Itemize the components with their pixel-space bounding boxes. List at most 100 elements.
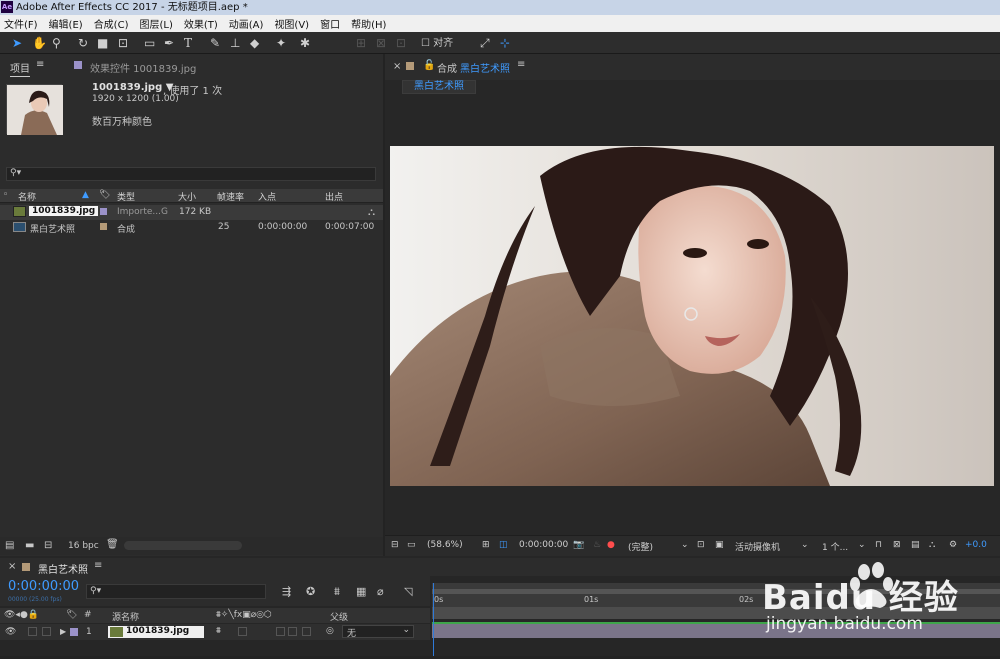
project-search-input[interactable]: ⚲▾ (6, 167, 376, 181)
close-tab-icon[interactable]: × (8, 561, 16, 572)
layer-row[interactable]: 👁 ▶ 1 1001839.jpg ⩩ ◎ 无 ⌄ (0, 624, 430, 640)
column-parent[interactable]: 父级 (330, 610, 348, 623)
selection-tool-icon[interactable]: ➤ (12, 36, 22, 50)
graph-editor-icon[interactable]: ◹ (404, 585, 412, 598)
menu-effect[interactable]: 效果(T) (184, 16, 218, 31)
always-preview-icon[interactable]: ⊟ (391, 540, 399, 550)
puppet-tool-icon[interactable]: ✱ (300, 36, 310, 50)
project-row-footage[interactable]: 1001839.jpg Importe...G 172 KB ⛬ (0, 205, 383, 220)
pan-behind-tool-icon[interactable]: ⊡ (118, 36, 128, 50)
lock-icon[interactable]: 🔓 (423, 60, 435, 71)
hand-tool-icon[interactable]: ✋ (32, 36, 47, 50)
sort-asc-icon[interactable]: ▲ (82, 190, 89, 200)
chevron-down-icon[interactable]: ⌄ (858, 540, 866, 550)
camera-view-select[interactable]: 活动摄像机 (735, 540, 780, 553)
pick-whip-icon[interactable]: ◎ (326, 626, 334, 636)
menu-help[interactable]: 帮助(H) (351, 16, 386, 31)
delete-icon[interactable]: 🗑 (106, 539, 119, 550)
selected-item-name[interactable]: 1001839.jpg ▼ (92, 82, 173, 93)
blend-switch[interactable] (276, 627, 285, 636)
eraser-tool-icon[interactable]: ◆ (250, 36, 259, 50)
layer-label-swatch[interactable] (70, 628, 78, 636)
zoom-tool-icon[interactable]: ⚲ (52, 36, 61, 50)
column-type[interactable]: 类型 (117, 190, 135, 203)
menu-layer[interactable]: 图层(L) (139, 16, 172, 31)
column-in-point[interactable]: 入点 (258, 190, 276, 203)
composition-canvas[interactable] (390, 146, 994, 486)
monitor-icon[interactable]: ▭ (407, 540, 416, 550)
item-name[interactable]: 黑白艺术照 (30, 222, 75, 235)
visibility-eye-icon[interactable]: 👁 (5, 627, 16, 637)
column-name[interactable]: 名称 (18, 190, 36, 203)
layer-name-field[interactable]: 1001839.jpg (108, 626, 204, 638)
interpret-footage-icon[interactable]: ▤ (5, 540, 14, 551)
grid-icon[interactable]: ⊞ (482, 540, 490, 550)
brush-tool-icon[interactable]: ✎ (210, 36, 220, 50)
parent-select[interactable]: 无 ⌄ (342, 625, 414, 639)
project-row-composition[interactable]: 黑白艺术照 合成 25 0:00:00:00 0:00:07:00 (0, 220, 383, 235)
snapping-checkbox[interactable]: ☐ 对齐 (421, 37, 453, 51)
panel-menu-icon[interactable]: ≡ (517, 59, 525, 70)
flowchart-icon[interactable]: ⛬ (368, 207, 375, 218)
roto-brush-tool-icon[interactable]: ✦ (276, 36, 286, 50)
shy-layers-icon[interactable]: ⩩ (334, 585, 340, 599)
audio-toggle[interactable] (28, 627, 37, 636)
snap-feature-icon[interactable]: ⊹ (500, 36, 510, 50)
fast-preview-icon[interactable]: ⊠ (893, 540, 901, 550)
show-snapshot-icon[interactable]: ♨ (593, 540, 601, 550)
menu-window[interactable]: 窗口 (320, 16, 340, 31)
expand-triangle-icon[interactable]: ▶ (60, 627, 66, 636)
camera-tool-icon[interactable]: ■ (97, 36, 108, 50)
adjustment-switch[interactable] (302, 627, 311, 636)
menu-composition[interactable]: 合成(C) (94, 16, 129, 31)
menu-animation[interactable]: 动画(A) (229, 16, 264, 31)
new-folder-icon[interactable]: ▬ (25, 540, 34, 551)
menu-view[interactable]: 视图(V) (274, 16, 309, 31)
tab-timeline-composition[interactable]: 黑白艺术照 (38, 561, 88, 576)
channel-icon[interactable]: ● (607, 540, 615, 550)
column-out-point[interactable]: 出点 (325, 190, 343, 203)
resolution-select[interactable]: (完整) (628, 540, 653, 553)
chevron-down-icon[interactable]: ⌄ (801, 540, 809, 550)
type-tool-icon[interactable]: T (184, 36, 192, 50)
pen-tool-icon[interactable]: ✒ (164, 36, 174, 50)
current-time-display[interactable]: 0:00:00:00 (519, 540, 568, 550)
label-swatch[interactable] (100, 208, 107, 215)
tab-composition[interactable]: 黑白艺术照 (460, 60, 510, 75)
exposure-reset-icon[interactable]: ⚙ (949, 540, 957, 550)
composition-mini-flowchart-icon[interactable]: ⇶ (282, 585, 291, 598)
menu-edit[interactable]: 编辑(E) (49, 16, 83, 31)
region-of-interest-icon[interactable]: ⊡ (697, 540, 705, 550)
panel-menu-icon[interactable]: ≡ (94, 560, 102, 571)
new-composition-icon[interactable]: ⊟ (44, 540, 52, 551)
shy-switch-icon[interactable]: ⩩ (216, 626, 221, 636)
timeline-icon[interactable]: ▤ (911, 540, 920, 550)
menu-file[interactable]: 文件(F) (4, 16, 38, 31)
flowchart-icon[interactable]: ⛬ (929, 540, 935, 550)
motion-blur-icon[interactable]: ⌀ (377, 585, 384, 598)
clone-stamp-tool-icon[interactable]: ⊥ (230, 36, 240, 50)
snap-option-icon[interactable]: ⤢ (480, 36, 490, 50)
layer-search-input[interactable]: ⚲▾ (86, 584, 266, 599)
frame-blending-icon[interactable]: ▦ (356, 585, 366, 598)
tab-effect-controls[interactable]: 效果控件 1001839.jpg (90, 60, 196, 75)
label-swatch[interactable] (100, 223, 107, 230)
mask-visibility-icon[interactable]: ◫ (499, 540, 508, 550)
toggle-pixel-aspect-icon[interactable]: ⊓ (875, 540, 882, 550)
exposure-value[interactable]: +0.0 (965, 540, 987, 550)
panel-menu-icon[interactable]: ≡ (36, 59, 44, 70)
bit-depth-button[interactable]: 16 bpc (68, 541, 99, 551)
tab-project[interactable]: 项目 (10, 60, 30, 77)
lock-toggle[interactable] (42, 627, 51, 636)
current-time-indicator[interactable] (433, 583, 434, 656)
rotate-tool-icon[interactable]: ↻ (78, 36, 88, 50)
chevron-down-icon[interactable]: ⌄ (681, 540, 689, 550)
magnification-select[interactable]: (58.6%) (427, 540, 463, 550)
snapshot-icon[interactable]: 📷 (573, 540, 584, 550)
view-layout-select[interactable]: 1 个... (822, 540, 848, 553)
timeline-timecode[interactable]: 0:00:00:00 (8, 579, 79, 594)
thumbnail-slider[interactable] (124, 541, 242, 550)
item-name[interactable]: 1001839.jpg (29, 206, 99, 216)
transparency-grid-icon[interactable]: ▣ (715, 540, 724, 550)
draft-3d-icon[interactable]: ✪ (306, 585, 315, 598)
